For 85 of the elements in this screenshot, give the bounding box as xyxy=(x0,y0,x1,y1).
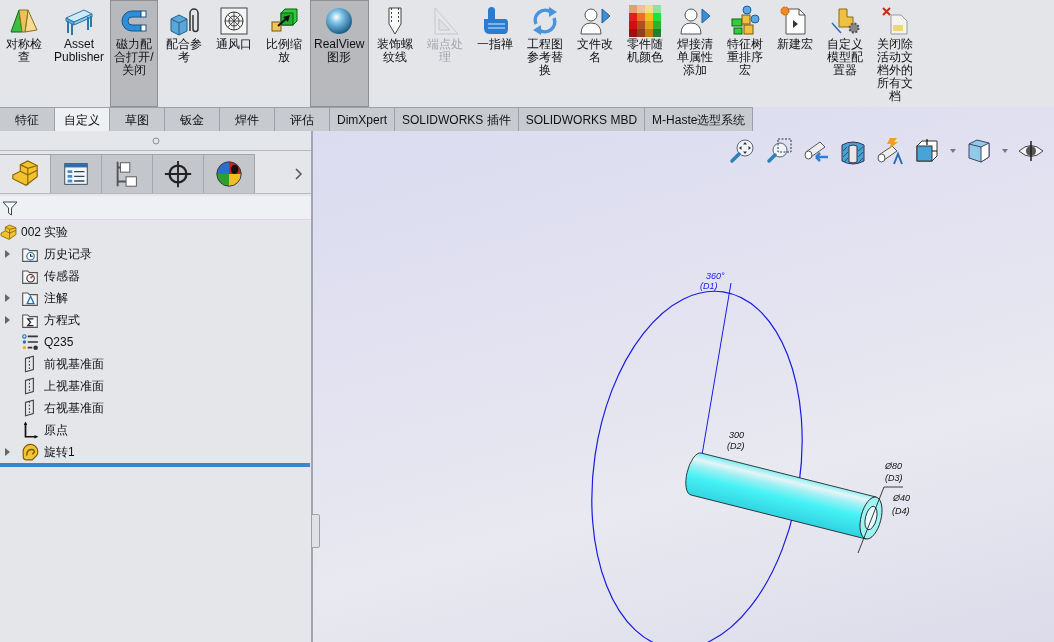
command-tab[interactable]: DimXpert xyxy=(330,107,395,131)
tree-item-label[interactable]: 原点 xyxy=(44,421,68,439)
toolbar-button[interactable]: 特征树重排序宏 xyxy=(720,0,769,107)
toolbar-button[interactable]: 通风口 xyxy=(210,0,258,107)
command-tab[interactable]: 自定义 xyxy=(55,107,110,131)
tree-item-label[interactable]: Q235 xyxy=(44,333,74,351)
user-arrow-icon xyxy=(578,5,611,37)
command-tab[interactable]: 草图 xyxy=(110,107,165,131)
zoom-to-fit-icon[interactable] xyxy=(728,137,756,165)
crosshair-icon xyxy=(163,159,193,189)
filter-icon xyxy=(2,199,18,216)
toolbar-button[interactable]: 零件随机颜色 xyxy=(620,0,669,107)
toolbar-button[interactable]: 比例缩放 xyxy=(260,0,308,107)
grip-icon[interactable] xyxy=(151,136,160,145)
toolbar-button[interactable]: 自定义模型配置器 xyxy=(820,0,869,107)
expand-arrow-icon[interactable] xyxy=(5,294,10,302)
command-tab[interactable]: 特征 xyxy=(0,107,55,131)
toolbar-button[interactable]: 磁力配合打开/关闭 xyxy=(110,0,158,107)
dropdown-caret-icon[interactable] xyxy=(950,149,956,153)
expand-arrow-icon[interactable] xyxy=(5,316,10,324)
dimension-value[interactable]: Ø40 xyxy=(893,493,910,503)
dropdown-caret-icon[interactable] xyxy=(1002,149,1008,153)
gauge-folder-icon xyxy=(21,267,39,285)
toolbar-button[interactable]: 对称检查 xyxy=(0,0,48,107)
command-tab[interactable]: 焊件 xyxy=(220,107,275,131)
view-orientation-cube-icon[interactable] xyxy=(913,137,941,165)
telescope-lightning-icon[interactable] xyxy=(876,137,904,165)
origin-axes-icon xyxy=(21,421,39,439)
dimension-value[interactable]: 360° xyxy=(706,271,725,281)
command-tab[interactable]: M-Haste选型系统 xyxy=(645,107,754,131)
panel-collapse-handle[interactable] xyxy=(311,514,320,548)
command-tab[interactable]: SOLIDWORKS MBD xyxy=(518,107,646,131)
toolbar-button[interactable]: 新建宏 xyxy=(770,0,819,107)
vent-grille-icon xyxy=(218,5,250,37)
toolbar-button[interactable]: 焊接清单属性添加 xyxy=(670,0,719,107)
cube-paperclip-icon xyxy=(168,5,200,37)
toolbar-button[interactable]: 文件改名 xyxy=(570,0,619,107)
blocks-circles-icon xyxy=(728,5,761,37)
part-icon xyxy=(10,159,40,189)
zoom-area-icon[interactable] xyxy=(765,137,793,165)
dimension-value[interactable]: 300 xyxy=(729,430,745,440)
filter-field[interactable] xyxy=(0,196,311,220)
toolbar-button[interactable]: 装饰螺纹线 xyxy=(370,0,419,107)
dimension-name[interactable]: (D1) xyxy=(700,281,718,291)
panel-tab[interactable] xyxy=(153,154,204,193)
tree-item-label[interactable]: 旋转1 xyxy=(44,443,75,461)
part-icon xyxy=(0,223,17,241)
triangle-folder-icon xyxy=(21,289,39,307)
swirl-icon xyxy=(21,443,39,461)
panel-tab[interactable] xyxy=(102,154,153,193)
toolbar-button[interactable]: Asset Publisher xyxy=(50,0,108,107)
command-tab[interactable]: 钣金 xyxy=(165,107,220,131)
leader-line xyxy=(883,486,904,488)
command-tab[interactable]: SOLIDWORKS 插件 xyxy=(395,107,519,131)
toolbar-button[interactable]: 关闭除活动文档外的所有文档 xyxy=(870,0,919,107)
expand-arrow-icon[interactable] xyxy=(5,250,10,258)
user-arrow-icon xyxy=(678,5,711,37)
chevron-right-icon[interactable] xyxy=(295,167,303,180)
dimension-name[interactable]: (D2) xyxy=(727,441,745,451)
display-style-cube-icon[interactable] xyxy=(965,137,993,165)
toolbar-button[interactable]: 配合参考 xyxy=(160,0,208,107)
sigma-folder-icon xyxy=(21,311,39,329)
tree-item-label[interactable]: 右视基准面 xyxy=(44,399,104,417)
tree-item-label[interactable]: 002 实验 xyxy=(21,223,69,241)
panel-tab[interactable] xyxy=(51,154,102,193)
clock-folder-icon xyxy=(21,245,39,263)
dimension-name[interactable]: (D4) xyxy=(892,506,910,516)
toolbar-button[interactable]: 工程图参考替换 xyxy=(520,0,569,107)
dimension-value[interactable]: Ø80 xyxy=(885,461,902,471)
tree-item-label[interactable]: 上视基准面 xyxy=(44,377,104,395)
toolbar-button[interactable]: RealView图形 xyxy=(310,0,369,107)
expand-arrow-icon[interactable] xyxy=(5,448,10,456)
tree-item-label[interactable]: 注解 xyxy=(44,289,68,307)
command-tab[interactable]: 评估 xyxy=(275,107,330,131)
tree-item-label[interactable]: 方程式 xyxy=(44,311,80,329)
tree-item-label[interactable]: 前视基准面 xyxy=(44,355,104,373)
dimension-name[interactable]: (D3) xyxy=(885,473,903,483)
color-grid-icon xyxy=(628,5,661,37)
panel-tab[interactable] xyxy=(204,154,255,193)
tree-item-label[interactable]: 历史记录 xyxy=(44,245,92,263)
color-ball-icon xyxy=(214,159,244,189)
toolbar-button[interactable]: 一指禅 xyxy=(470,0,519,107)
dimension-line xyxy=(857,486,885,554)
tree-item-label[interactable]: 传感器 xyxy=(44,267,80,285)
material-list-icon xyxy=(21,333,39,351)
